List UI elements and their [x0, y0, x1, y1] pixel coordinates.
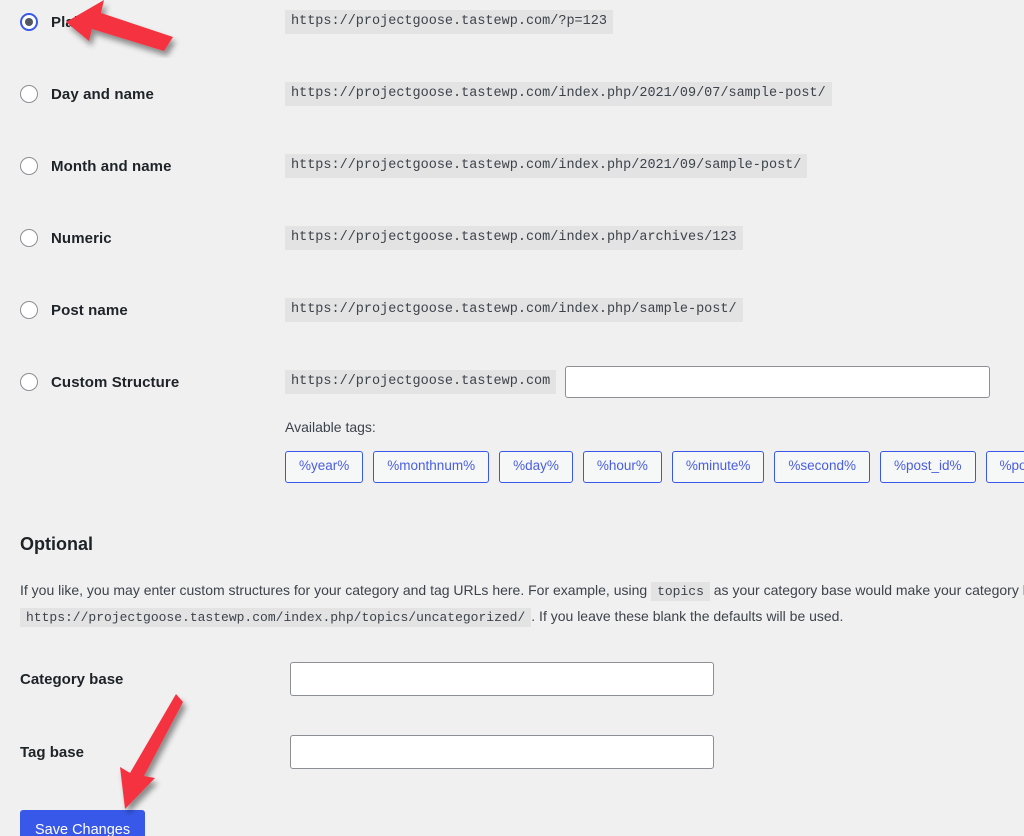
- tag-button-monthnum[interactable]: %monthnum%: [373, 451, 490, 483]
- available-tags-label: Available tags:: [285, 419, 376, 435]
- permalink-option-label: Plain: [51, 13, 88, 31]
- radio-plain[interactable]: [20, 13, 38, 31]
- category-base-input[interactable]: [290, 662, 714, 696]
- permalink-option-label-cell[interactable]: Month and name: [0, 144, 285, 188]
- permalink-example-url: https://projectgoose.tastewp.com/index.p…: [285, 225, 743, 251]
- optional-code-topics: topics: [651, 582, 710, 601]
- permalink-option-label-cell[interactable]: Numeric: [0, 216, 285, 260]
- custom-structure-controls: https://projectgoose.tastewp.com Availab…: [285, 360, 1024, 483]
- category-base-label: Category base: [20, 670, 124, 688]
- custom-structure-input-line: https://projectgoose.tastewp.com: [285, 360, 1024, 404]
- permalink-option-label-cell[interactable]: Plain: [0, 0, 285, 44]
- permalink-option-url-cell: https://projectgoose.tastewp.com/index.p…: [285, 144, 1024, 188]
- tag-base-input[interactable]: [290, 735, 714, 769]
- permalink-example-url: https://projectgoose.tastewp.com/index.p…: [285, 153, 808, 179]
- permalink-option-label: Post name: [51, 301, 128, 319]
- tag-button-hour[interactable]: %hour%: [582, 451, 662, 483]
- permalink-option-row[interactable]: Plain https://projectgoose.tastewp.com/?…: [0, 0, 1024, 72]
- permalink-example-url: https://projectgoose.tastewp.com/index.p…: [285, 81, 832, 107]
- radio-post-name[interactable]: [20, 301, 38, 319]
- custom-structure-row[interactable]: Custom Structure https://projectgoose.ta…: [0, 360, 1024, 483]
- tag-base-label: Tag base: [20, 743, 84, 761]
- permalink-example-url: https://projectgoose.tastewp.com/?p=123: [285, 9, 613, 35]
- optional-text-part2: as your category base would make your ca…: [713, 582, 1024, 598]
- custom-structure-prefix: https://projectgoose.tastewp.com: [285, 369, 557, 395]
- permalink-option-row[interactable]: Month and name https://projectgoose.tast…: [0, 144, 1024, 216]
- tag-base-row: Tag base: [0, 735, 1024, 769]
- permalink-option-label-cell[interactable]: Post name: [0, 288, 285, 332]
- tag-button-post-id[interactable]: %post_id%: [879, 451, 976, 483]
- tag-button-day[interactable]: %day%: [499, 451, 573, 483]
- optional-text-part3: . If you leave these blank the defaults …: [531, 607, 844, 624]
- permalink-option-row[interactable]: Numeric https://projectgoose.tastewp.com…: [0, 216, 1024, 288]
- permalink-option-row[interactable]: Post name https://projectgoose.tastewp.c…: [0, 288, 1024, 360]
- optional-text-part1: If you like, you may enter custom struct…: [20, 582, 648, 598]
- optional-heading: Optional: [20, 534, 93, 554]
- permalink-option-row[interactable]: Day and name https://projectgoose.tastew…: [0, 72, 1024, 144]
- radio-numeric[interactable]: [20, 229, 38, 247]
- permalink-option-url-cell: https://projectgoose.tastewp.com/index.p…: [285, 288, 1024, 332]
- permalink-option-label: Day and name: [51, 85, 154, 103]
- permalink-option-label: Numeric: [51, 229, 112, 247]
- permalink-option-url-cell: https://projectgoose.tastewp.com/index.p…: [285, 216, 1024, 260]
- custom-structure-input[interactable]: [565, 366, 991, 398]
- category-base-row: Category base: [0, 662, 1024, 696]
- optional-code-example: https://projectgoose.tastewp.com/index.p…: [20, 607, 532, 627]
- radio-custom-structure[interactable]: [20, 373, 38, 391]
- permalink-structure-list: Plain https://projectgoose.tastewp.com/?…: [0, 0, 1024, 483]
- permalink-option-url-cell: https://projectgoose.tastewp.com/?p=123: [285, 0, 1024, 44]
- custom-structure-label-cell[interactable]: Custom Structure: [0, 360, 285, 404]
- radio-day-and-name[interactable]: [20, 85, 38, 103]
- permalink-option-url-cell: https://projectgoose.tastewp.com/index.p…: [285, 72, 1024, 116]
- custom-structure-label: Custom Structure: [51, 373, 180, 391]
- radio-month-and-name[interactable]: [20, 157, 38, 175]
- tag-button-postname[interactable]: %postname%: [985, 451, 1024, 483]
- tag-button-minute[interactable]: %minute%: [671, 451, 765, 483]
- permalink-option-label-cell[interactable]: Day and name: [0, 72, 285, 116]
- optional-description: If you like, you may enter custom struct…: [20, 578, 1024, 630]
- permalink-settings-page: Plain https://projectgoose.tastewp.com/?…: [0, 0, 1024, 836]
- permalink-example-url: https://projectgoose.tastewp.com/index.p…: [285, 297, 743, 323]
- save-changes-button[interactable]: Save Changes: [20, 810, 146, 836]
- permalink-option-label: Month and name: [51, 157, 172, 175]
- available-tags-list: %year% %monthnum% %day% %hour% %minute% …: [285, 451, 1024, 483]
- tag-button-year[interactable]: %year%: [285, 451, 364, 483]
- tag-button-second[interactable]: %second%: [774, 451, 870, 483]
